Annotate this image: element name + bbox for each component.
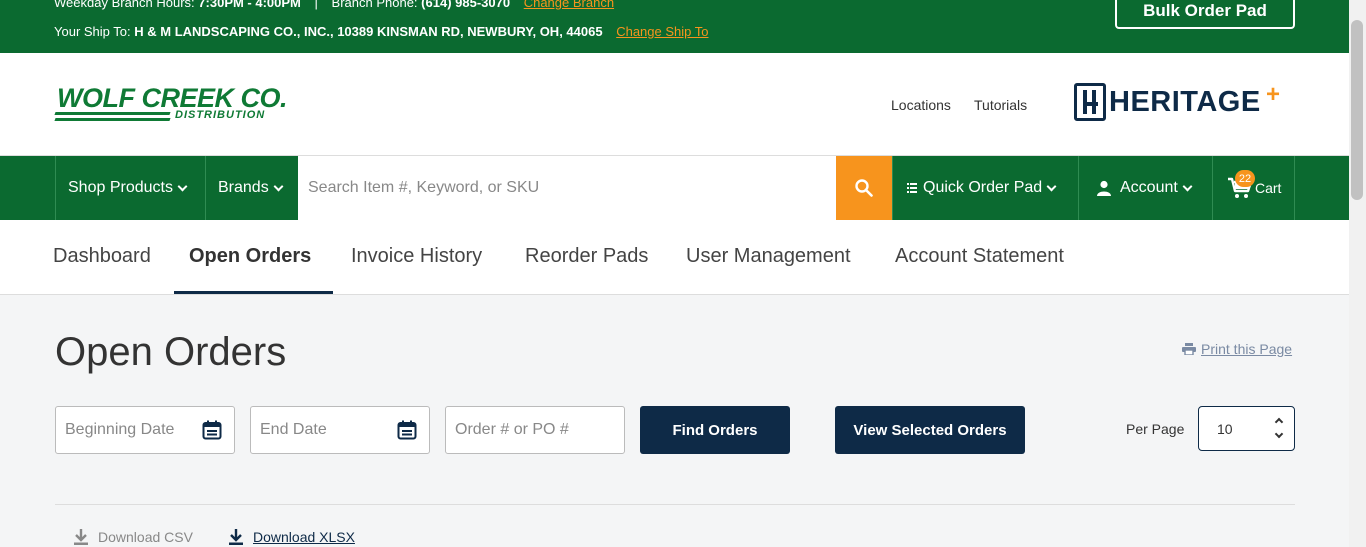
download-csv-label: Download CSV bbox=[98, 528, 193, 545]
spinner-arrows-icon bbox=[1274, 417, 1284, 439]
chevron-down-icon bbox=[177, 181, 188, 191]
quick-order-pad-menu[interactable]: Quick Order Pad bbox=[892, 156, 1078, 220]
change-branch-link[interactable]: Change Branch bbox=[524, 0, 614, 10]
chevron-down-icon bbox=[1046, 181, 1057, 191]
tab-dashboard[interactable]: Dashboard bbox=[53, 245, 151, 268]
list-icon bbox=[907, 183, 917, 193]
search-button[interactable] bbox=[836, 156, 892, 220]
main-nav: Shop Products Brands Quick Order Pad Acc… bbox=[0, 155, 1349, 220]
quick-order-pad-label: Quick Order Pad bbox=[923, 179, 1043, 196]
calendar-icon[interactable] bbox=[202, 420, 222, 440]
shop-products-menu[interactable]: Shop Products bbox=[55, 156, 205, 220]
calendar-icon[interactable] bbox=[397, 420, 417, 440]
top-info-bar: Weekday Branch Hours: 7:30PM - 4:00PM | … bbox=[0, 0, 1366, 53]
printer-icon bbox=[1182, 343, 1196, 355]
site-header: WOLF CREEK CO. DISTRIBUTION Locations Tu… bbox=[0, 53, 1349, 155]
download-xlsx-link[interactable]: Download XLSX bbox=[228, 528, 355, 545]
branch-hours-label: Weekday Branch Hours: bbox=[54, 0, 195, 10]
download-icon bbox=[74, 529, 88, 545]
account-tabs: Dashboard Open Orders Invoice History Re… bbox=[0, 220, 1349, 295]
divider bbox=[55, 504, 1295, 505]
cart-button[interactable]: 22 Cart bbox=[1212, 156, 1295, 220]
heritage-h-icon bbox=[1074, 83, 1106, 121]
account-menu[interactable]: Account bbox=[1078, 156, 1212, 220]
print-page-label: Print this Page bbox=[1201, 341, 1293, 357]
download-icon bbox=[229, 529, 243, 545]
download-xlsx-label: Download XLSX bbox=[253, 528, 355, 545]
end-date-field[interactable]: End Date bbox=[250, 406, 430, 454]
print-page-link[interactable]: Print this Page bbox=[1182, 341, 1292, 357]
logo-stripe bbox=[54, 118, 171, 121]
bulk-order-pad-button[interactable]: Bulk Order Pad bbox=[1115, 0, 1295, 29]
shop-products-label: Shop Products bbox=[68, 179, 173, 196]
change-ship-to-link[interactable]: Change Ship To bbox=[616, 24, 708, 39]
branch-phone-label: Branch Phone: bbox=[331, 0, 418, 10]
per-page-label: Per Page bbox=[1126, 421, 1185, 437]
heritage-logo-text: HERITAGE bbox=[1109, 85, 1261, 118]
find-orders-button[interactable]: Find Orders bbox=[640, 406, 790, 454]
search-input[interactable] bbox=[298, 156, 836, 220]
per-page-select[interactable]: 10 bbox=[1198, 406, 1295, 451]
locations-link[interactable]: Locations bbox=[891, 97, 951, 113]
heritage-logo[interactable]: HERITAGE + bbox=[1074, 81, 1280, 121]
beginning-date-field[interactable]: Beginning Date bbox=[55, 406, 235, 454]
account-label: Account bbox=[1120, 179, 1178, 196]
beginning-date-placeholder: Beginning Date bbox=[65, 421, 175, 438]
branch-info-line: Weekday Branch Hours: 7:30PM - 4:00PM | … bbox=[54, 0, 614, 10]
tab-invoice-history[interactable]: Invoice History bbox=[351, 245, 482, 268]
order-po-field[interactable]: Order # or PO # bbox=[445, 406, 625, 454]
user-icon bbox=[1097, 180, 1111, 196]
tab-open-orders[interactable]: Open Orders bbox=[189, 245, 311, 268]
scrollbar-thumb[interactable] bbox=[1351, 20, 1363, 200]
branch-hours-value: 7:30PM - 4:00PM bbox=[198, 0, 301, 10]
heritage-plus-icon: + bbox=[1266, 81, 1281, 108]
search-icon bbox=[855, 179, 873, 197]
logo-sub-text: DISTRIBUTION bbox=[175, 109, 266, 121]
active-tab-indicator bbox=[174, 291, 333, 294]
tab-user-management[interactable]: User Management bbox=[686, 245, 851, 268]
ship-to-label: Your Ship To: bbox=[54, 24, 131, 39]
page-title: Open Orders bbox=[55, 330, 287, 374]
chevron-down-icon bbox=[1182, 181, 1193, 191]
branch-phone-value: (614) 985-3070 bbox=[421, 0, 511, 10]
page-scrollbar[interactable] bbox=[1349, 0, 1366, 547]
tutorials-link[interactable]: Tutorials bbox=[974, 97, 1027, 113]
order-po-placeholder: Order # or PO # bbox=[455, 421, 569, 438]
logo-stripe bbox=[54, 112, 171, 115]
separator: | bbox=[314, 0, 318, 10]
ship-to-value: H & M LANDSCAPING CO., INC., 10389 KINSM… bbox=[134, 24, 603, 39]
brands-menu[interactable]: Brands bbox=[205, 156, 298, 220]
end-date-placeholder: End Date bbox=[260, 421, 327, 438]
chevron-down-icon bbox=[273, 181, 284, 191]
tab-reorder-pads[interactable]: Reorder Pads bbox=[525, 245, 648, 268]
brands-label: Brands bbox=[218, 179, 269, 196]
cart-label: Cart bbox=[1255, 180, 1282, 196]
download-csv-link[interactable]: Download CSV bbox=[73, 528, 193, 545]
view-selected-orders-button[interactable]: View Selected Orders bbox=[835, 406, 1025, 454]
ship-to-line: Your Ship To: H & M LANDSCAPING CO., INC… bbox=[54, 24, 708, 39]
per-page-value: 10 bbox=[1217, 420, 1233, 437]
wolf-creek-logo[interactable]: WOLF CREEK CO. DISTRIBUTION bbox=[54, 83, 300, 125]
cart-count-badge: 22 bbox=[1235, 170, 1255, 187]
tab-account-statement[interactable]: Account Statement bbox=[895, 245, 1064, 268]
